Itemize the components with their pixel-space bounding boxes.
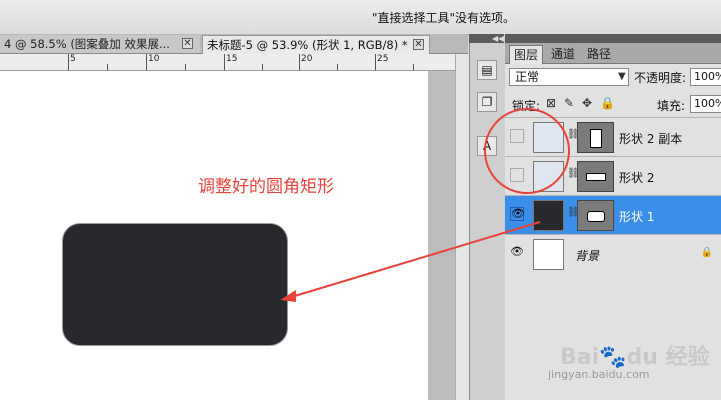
watermark-brand: Bai🐾du 经验 <box>560 345 710 370</box>
watermark-url: jingyan.baidu.com <box>548 368 650 381</box>
